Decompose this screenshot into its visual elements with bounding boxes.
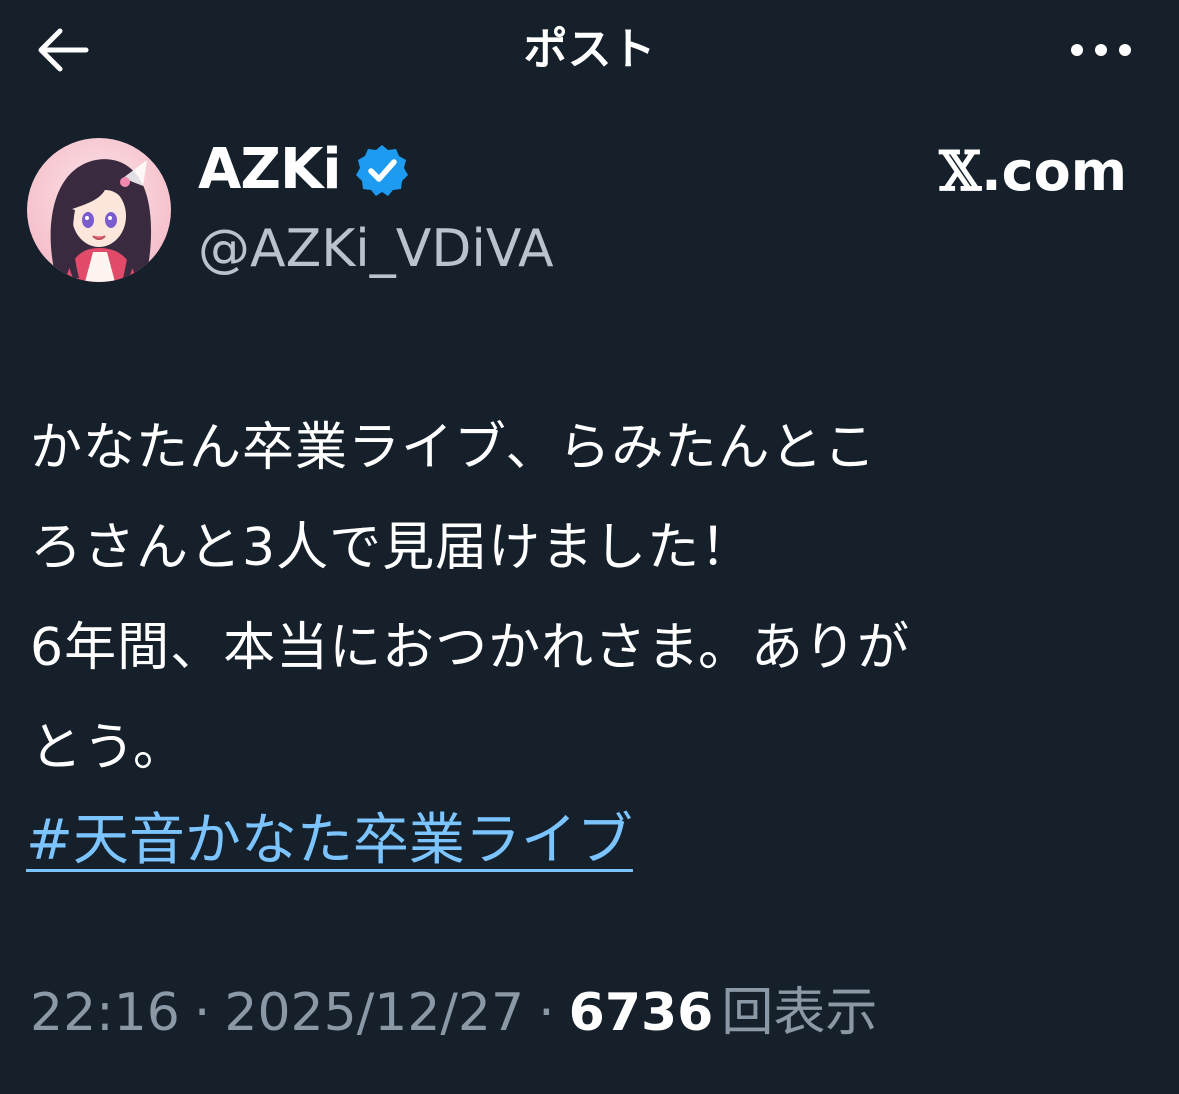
x-logo-icon: 𝕏 (939, 139, 982, 203)
post-time[interactable]: 22:16 (30, 983, 180, 1043)
verified-badge-icon (355, 145, 408, 196)
author-avatar[interactable] (27, 138, 171, 282)
avatar-image (27, 138, 171, 282)
author-handle[interactable]: @AZKi_VDiVA (198, 214, 554, 284)
top-bar: ポスト (0, 0, 1179, 100)
post-date[interactable]: 2025/12/27 (224, 983, 524, 1043)
page-title: ポスト (523, 24, 656, 75)
views-label: 回表示 (721, 983, 878, 1043)
tweet-text-line: かなたん卒業ライブ、らみたんとこ (30, 418, 877, 478)
more-horizontal-icon (1071, 44, 1131, 56)
views-count: 6736 (568, 983, 714, 1043)
tweet-text-line: ろさんと3人で見届けました！ (30, 518, 754, 578)
display-name-text: AZKi (198, 137, 342, 202)
author-display-name[interactable]: AZKi (198, 135, 409, 205)
meta-separator: · (193, 983, 211, 1043)
source-domain-text: .com (981, 140, 1127, 203)
tweet-body: かなたん卒業ライブ、らみたんとこ ろさんと3人で見届けました！ 6年間、本当にお… (30, 398, 1155, 798)
post-detail-screen: ポスト AZKi @AZKi_VDiVA 𝕏.com かなたん卒業ライブ、らみた… (0, 0, 1179, 1094)
source-link[interactable]: 𝕏.com (939, 138, 1127, 205)
meta-separator: · (538, 983, 555, 1043)
hashtag-link[interactable]: #天音かなた卒業ライブ (26, 796, 633, 886)
tweet-text-line: 6年間、本当におつかれさま。ありが (30, 618, 911, 678)
tweet-text-line: とう。 (30, 718, 186, 778)
post-meta: 22:16 · 2025/12/27 · 6736 回表示 (30, 975, 877, 1051)
more-options-button[interactable] (1063, 28, 1139, 72)
